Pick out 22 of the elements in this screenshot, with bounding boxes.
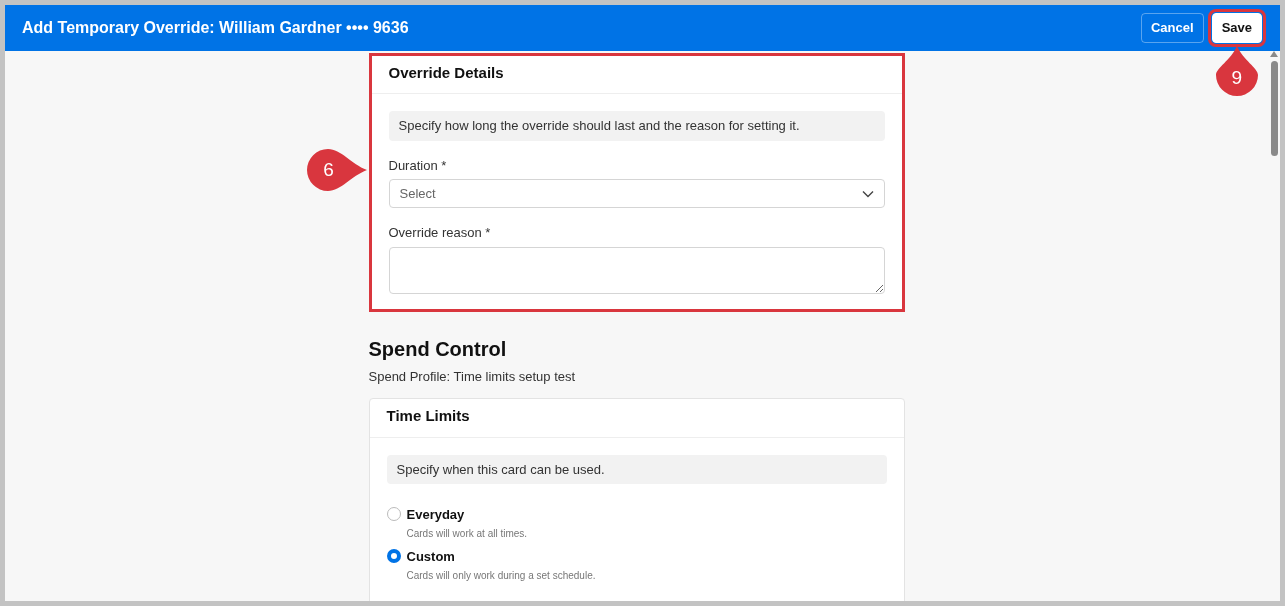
card-title: Override Details — [388, 63, 505, 83]
radio-button[interactable] — [386, 549, 401, 564]
callout-marker: 6 — [306, 149, 367, 191]
field-label: Override reason * — [388, 224, 492, 242]
radio-button[interactable] — [386, 507, 401, 522]
option-description: Cards will only work during a set schedule. — [406, 568, 596, 583]
profile-text: Spend Profile: Time limits setup test — [368, 367, 577, 386]
section-title: Spend Control — [368, 336, 508, 362]
card-title: Time Limits — [386, 406, 471, 427]
callout-marker: 9 — [1215, 46, 1258, 96]
option-label[interactable]: Everyday — [406, 506, 528, 524]
option-label[interactable]: Custom — [406, 548, 596, 566]
cancel-button[interactable]: Cancel — [1141, 13, 1204, 43]
option-description: Cards will work at all times. — [406, 526, 528, 541]
info-text: Specify when this card can be used. — [386, 454, 887, 485]
duration-select[interactable]: Select — [388, 179, 885, 209]
scrollbar-thumb[interactable] — [1270, 61, 1278, 156]
chevron-down-icon — [861, 189, 874, 198]
info-text: Specify how long the override should last and the reason for setting it. — [388, 111, 885, 141]
window-title: Add Temporary Override: William Gardner •••• 9636 — [22, 18, 409, 39]
field-label: Duration * — [388, 156, 448, 175]
reason-field[interactable] — [388, 246, 885, 294]
